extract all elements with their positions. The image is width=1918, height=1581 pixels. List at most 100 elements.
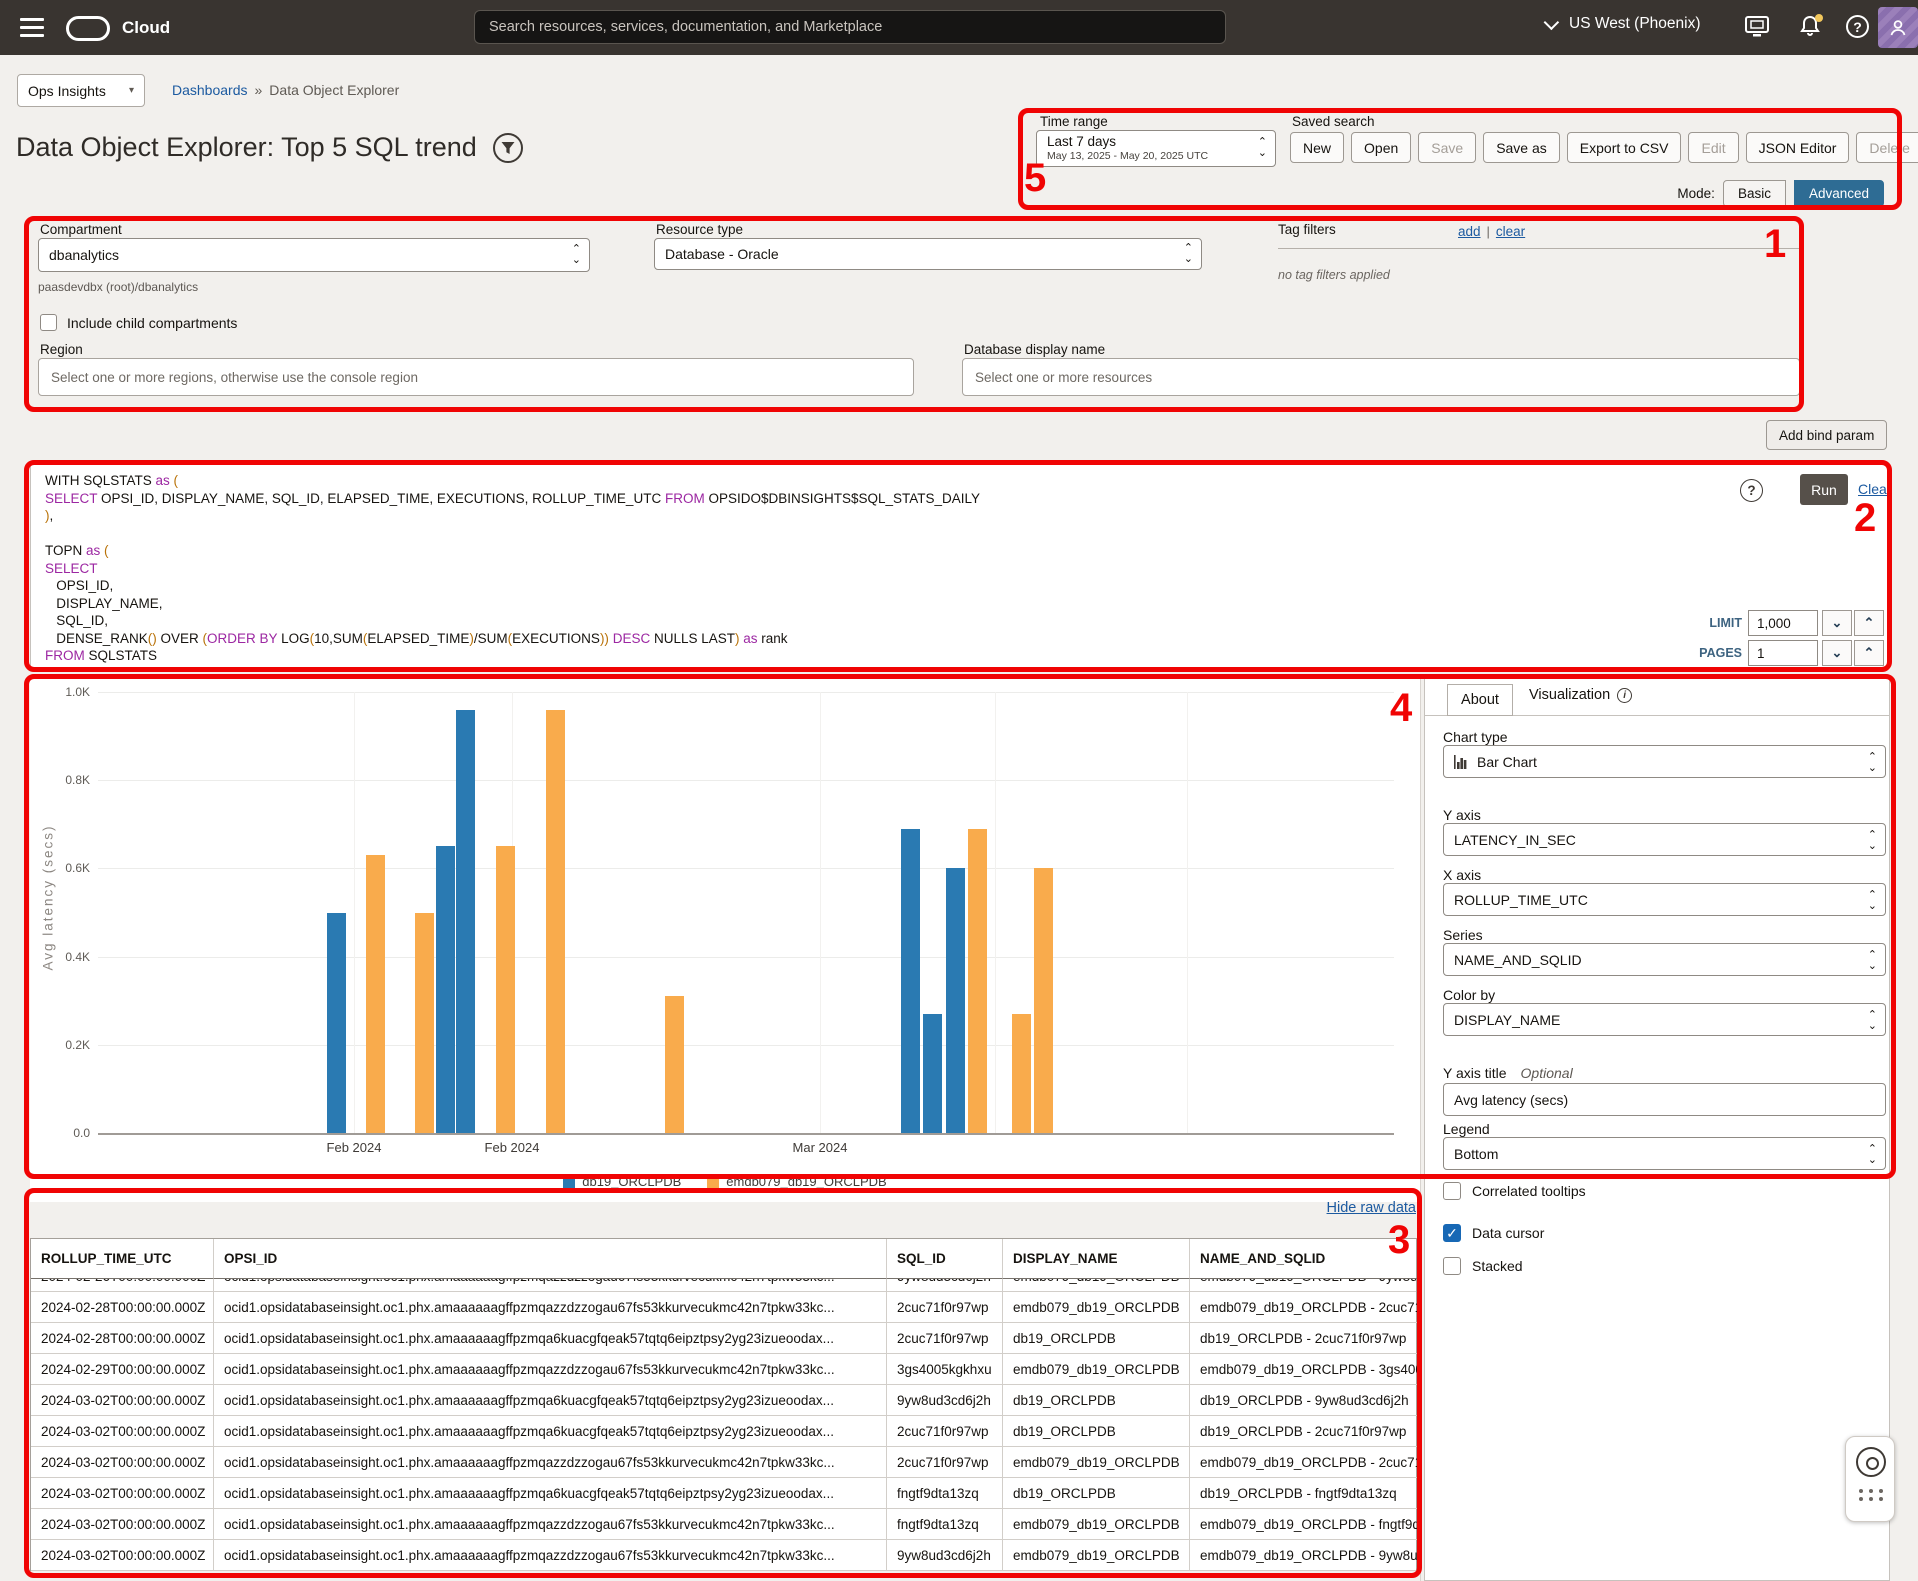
y-axis-select[interactable]: LATENCY_IN_SEC⌃⌄ [1443, 823, 1886, 856]
breadcrumb-dashboards-link[interactable]: Dashboards [172, 82, 248, 98]
hide-raw-data-link[interactable]: Hide raw data [1288, 1200, 1416, 1216]
x-axis-select[interactable]: ROLLUP_TIME_UTC⌃⌄ [1443, 883, 1886, 916]
chart-type-select[interactable]: Bar Chart⌃⌄ [1443, 745, 1886, 778]
sql-editor[interactable]: WITH SQLSTATS as (SELECT OPSI_ID, DISPLA… [30, 464, 1888, 668]
bar-emdb079_db19_ORCLPDB[interactable] [366, 855, 385, 1133]
bar-emdb079_db19_ORCLPDB[interactable] [968, 829, 987, 1133]
notification-badge [1815, 14, 1823, 22]
limit-input[interactable]: 1,000 [1748, 610, 1818, 636]
color-by-select[interactable]: DISPLAY_NAME⌃⌄ [1443, 1003, 1886, 1036]
add-bind-param-button[interactable]: Add bind param [1766, 420, 1887, 450]
app-switcher-ops-insights[interactable]: Ops Insights ▾ [17, 74, 145, 107]
help-icon[interactable]: ? [1846, 15, 1869, 38]
avatar[interactable] [1878, 7, 1918, 48]
edit-button[interactable]: Edit [1688, 132, 1738, 163]
stacked-checkbox[interactable] [1443, 1257, 1461, 1275]
mode-advanced-button[interactable]: Advanced [1794, 180, 1884, 207]
bar-emdb079_db19_ORCLPDB[interactable] [415, 913, 434, 1134]
oracle-logo-icon[interactable] [66, 16, 110, 41]
table-cell: db19_ORCLPDB [1003, 1478, 1190, 1509]
column-header-DISPLAY_NAME[interactable]: DISPLAY_NAME [1003, 1239, 1190, 1279]
time-range-dates: May 13, 2025 - May 20, 2025 UTC [1047, 150, 1249, 162]
bar-emdb079_db19_ORCLPDB[interactable] [1012, 1014, 1031, 1133]
export-to-csv-button[interactable]: Export to CSV [1567, 132, 1682, 163]
column-header-NAME_AND_SQLID[interactable]: NAME_AND_SQLID [1190, 1239, 1418, 1279]
pages-input[interactable]: 1 [1748, 640, 1818, 666]
hamburger-menu-icon[interactable] [20, 18, 44, 37]
legend-item-emdb079_db19_ORCLPDB[interactable]: emdb079_db19_ORCLPDB [707, 1174, 886, 1189]
y-axis-title-input[interactable]: Avg latency (secs) [1443, 1083, 1886, 1116]
run-button[interactable]: Run [1800, 474, 1848, 505]
table-row[interactable]: 2024-03-02T00:00:00.000Zocid1.opsidataba… [31, 1385, 1416, 1416]
limit-decrement-button[interactable]: ⌄ [1822, 610, 1852, 636]
delete-button[interactable]: Delete [1856, 132, 1918, 163]
table-row[interactable]: 2024-03-02T00:00:00.000Zocid1.opsidataba… [31, 1540, 1416, 1571]
legend-item-db19_ORCLPDB[interactable]: db19_ORCLPDB [563, 1174, 681, 1189]
bar-db19_ORCLPDB[interactable] [901, 829, 920, 1133]
save-button[interactable]: Save [1418, 132, 1476, 163]
db-display-name-input[interactable]: Select one or more resources [962, 358, 1800, 396]
clear-link[interactable]: Clear [1858, 481, 1891, 497]
bar-db19_ORCLPDB[interactable] [923, 1014, 942, 1133]
correlated-tooltips-checkbox[interactable] [1443, 1182, 1461, 1200]
drag-handle-icon[interactable] [1859, 1489, 1883, 1501]
table-cell: 2024-03-02T00:00:00.000Z [31, 1540, 214, 1571]
bar-emdb079_db19_ORCLPDB[interactable] [496, 846, 515, 1133]
legend-label: db19_ORCLPDB [582, 1174, 681, 1189]
save-as-button[interactable]: Save as [1483, 132, 1560, 163]
floating-tools-widget[interactable] [1845, 1436, 1895, 1522]
column-header-ROLLUP_TIME_UTC[interactable]: ROLLUP_TIME_UTC [31, 1239, 214, 1279]
bar-emdb079_db19_ORCLPDB[interactable] [665, 996, 684, 1133]
mode-basic-button[interactable]: Basic [1723, 180, 1786, 207]
x-axis-line [98, 1133, 1394, 1135]
table-row[interactable]: 2024-03-02T00:00:00.000Zocid1.opsidataba… [31, 1509, 1416, 1540]
table-row[interactable]: 2024-03-02T00:00:00.000Zocid1.opsidataba… [31, 1416, 1416, 1447]
resource-type-select[interactable]: Database - Oracle ⌃⌄ [654, 238, 1202, 270]
raw-data-table[interactable]: ROLLUP_TIME_UTCOPSI_IDSQL_IDDISPLAY_NAME… [30, 1238, 1417, 1571]
new-button[interactable]: New [1290, 132, 1344, 163]
tab-visualization[interactable]: Visualization i [1529, 687, 1632, 703]
notifications-bell-icon[interactable] [1798, 14, 1824, 40]
json-editor-button[interactable]: JSON Editor [1746, 132, 1850, 163]
table-row[interactable]: 2024-02-26T00:00:00.000Zocid1.opsidataba… [31, 1279, 1416, 1292]
legend-select[interactable]: Bottom⌃⌄ [1443, 1137, 1886, 1170]
table-row[interactable]: 2024-02-28T00:00:00.000Zocid1.opsidataba… [31, 1323, 1416, 1354]
pages-decrement-button[interactable]: ⌄ [1822, 640, 1852, 666]
table-row[interactable]: 2024-02-28T00:00:00.000Zocid1.opsidataba… [31, 1292, 1416, 1323]
compartment-select[interactable]: dbanalytics ⌃⌄ [38, 238, 590, 272]
region-filter-input[interactable]: Select one or more regions, otherwise us… [38, 358, 914, 396]
bar-emdb079_db19_ORCLPDB[interactable] [1034, 868, 1053, 1133]
column-header-SQL_ID[interactable]: SQL_ID [887, 1239, 1003, 1279]
limit-increment-button[interactable]: ⌃ [1854, 610, 1884, 636]
bar-db19_ORCLPDB[interactable] [327, 913, 346, 1134]
table-row[interactable]: 2024-03-02T00:00:00.000Zocid1.opsidataba… [31, 1478, 1416, 1509]
data-cursor-checkbox[interactable]: ✓ [1443, 1224, 1461, 1242]
column-header-OPSI_ID[interactable]: OPSI_ID [214, 1239, 887, 1279]
bar-chart[interactable]: Avg latency (secs) 0.00.2K0.4K0.6K0.8K1.… [30, 678, 1420, 1202]
series-select[interactable]: NAME_AND_SQLID⌃⌄ [1443, 943, 1886, 976]
bar-emdb079_db19_ORCLPDB[interactable] [546, 710, 565, 1133]
table-row[interactable]: 2024-03-02T00:00:00.000Zocid1.opsidataba… [31, 1447, 1416, 1478]
pages-increment-button[interactable]: ⌃ [1854, 640, 1884, 666]
table-row[interactable]: 2024-02-29T00:00:00.000Zocid1.opsidataba… [31, 1354, 1416, 1385]
include-child-compartments-checkbox[interactable] [40, 314, 57, 331]
sql-help-icon[interactable]: ? [1740, 479, 1763, 502]
tag-filters-add-link[interactable]: add [1458, 224, 1481, 239]
bar-db19_ORCLPDB[interactable] [946, 868, 965, 1133]
x-tick-label: Feb 2024 [467, 1140, 557, 1155]
region-selector[interactable]: US West (Phoenix) [1548, 15, 1701, 33]
time-range-select[interactable]: Last 7 days May 13, 2025 - May 20, 2025 … [1036, 130, 1276, 167]
table-cell: db19_ORCLPDB - 9yw8ud3cd6j2h [1190, 1385, 1418, 1416]
time-range-value: Last 7 days [1047, 134, 1249, 149]
global-search-input[interactable]: Search resources, services, documentatio… [474, 10, 1226, 44]
tab-about[interactable]: About [1447, 684, 1513, 716]
bar-db19_ORCLPDB[interactable] [436, 846, 455, 1133]
bar-db19_ORCLPDB[interactable] [456, 710, 475, 1133]
checkbox-label: Correlated tooltips [1472, 1183, 1586, 1199]
console-icon[interactable] [1744, 14, 1770, 40]
tag-filters-clear-link[interactable]: clear [1496, 224, 1525, 239]
annotation-number-5: 5 [1024, 156, 1046, 201]
target-icon[interactable] [1856, 1447, 1886, 1477]
open-button[interactable]: Open [1351, 132, 1411, 163]
filter-funnel-icon[interactable] [493, 133, 523, 163]
